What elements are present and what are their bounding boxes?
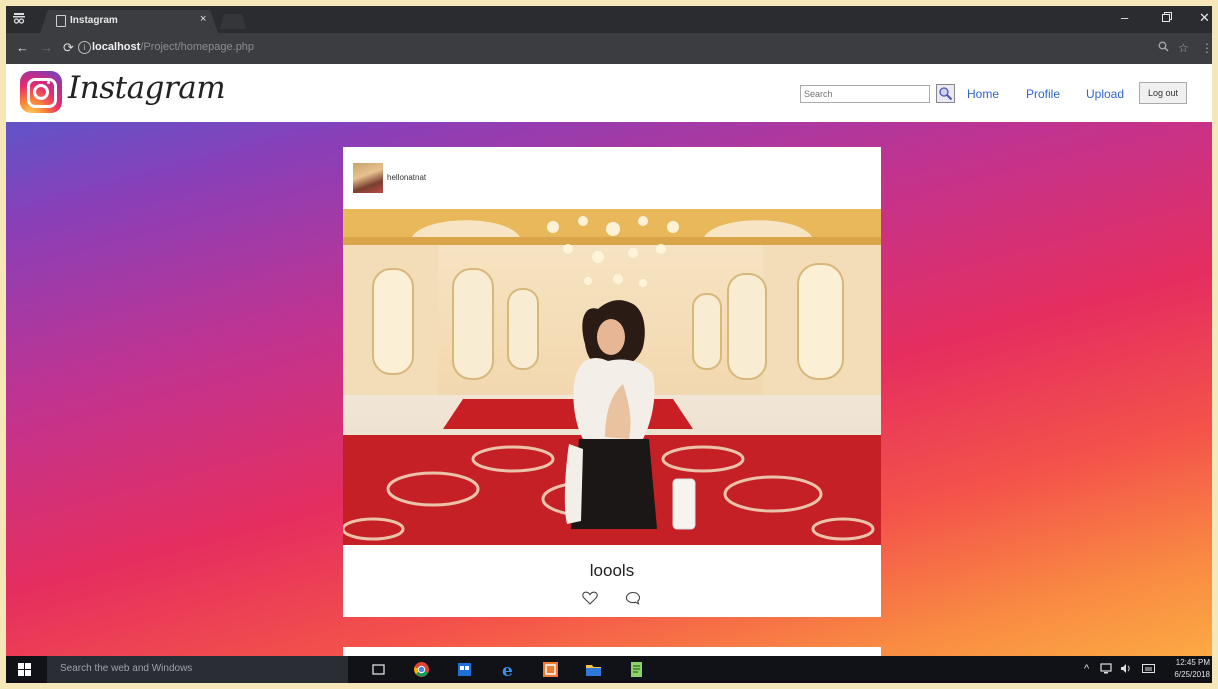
taskbar-clock[interactable]: 12:45 PM 6/25/2018 <box>1170 657 1210 681</box>
search-icon <box>939 87 953 101</box>
task-view-icon[interactable] <box>370 661 387 678</box>
clock-date: 6/25/2018 <box>1174 670 1210 679</box>
tray-overflow-icon[interactable]: ^ <box>1084 663 1089 675</box>
store-icon[interactable] <box>456 661 473 678</box>
reload-icon[interactable]: ⟳ <box>63 40 74 56</box>
incognito-icon[interactable] <box>12 11 26 25</box>
tab-title: Instagram <box>70 15 118 26</box>
forward-icon[interactable]: → <box>40 40 53 55</box>
chrome-icon[interactable] <box>413 661 430 678</box>
new-tab-button[interactable] <box>220 14 246 29</box>
site-logo-text[interactable]: Instagram <box>68 70 226 106</box>
comment-icon[interactable] <box>625 591 641 605</box>
post-caption: loools <box>589 561 635 580</box>
post-username[interactable]: hellonatnat <box>387 173 426 182</box>
site-header: Instagram Home Profile Upload Log out <box>6 64 1212 122</box>
logout-button[interactable]: Log out <box>1139 82 1187 104</box>
nav-upload-link[interactable]: Upload <box>1086 87 1124 101</box>
restore-icon[interactable] <box>1162 10 1172 25</box>
post-card: hellonatnat loools <box>343 147 881 617</box>
windows-start-icon[interactable] <box>18 663 31 676</box>
web-page: Instagram Home Profile Upload Log out he… <box>6 64 1212 656</box>
browser-tab-bar: Instagram × – ✕ <box>6 6 1212 33</box>
keyboard-icon[interactable] <box>1142 663 1155 677</box>
tab-close-icon[interactable]: × <box>200 13 206 25</box>
clock-time: 12:45 PM <box>1175 658 1210 667</box>
url-path: /Project/homepage.php <box>140 41 255 53</box>
minimize-icon[interactable]: – <box>1121 10 1128 25</box>
svg-text:e: e <box>502 661 513 678</box>
instagram-logo-icon[interactable] <box>20 71 62 113</box>
info-icon[interactable]: i <box>78 41 91 54</box>
chrome-menu-icon[interactable]: ⋮ <box>1201 41 1212 55</box>
app-icon-orange[interactable] <box>542 661 559 678</box>
zoom-icon[interactable] <box>1158 41 1169 55</box>
close-window-icon[interactable]: ✕ <box>1199 10 1210 26</box>
screen: Instagram × – ✕ ← → ⟳ i localhost/Projec… <box>6 6 1212 683</box>
page-icon <box>56 15 66 27</box>
nav-profile-link[interactable]: Profile <box>1026 87 1060 101</box>
taskbar-search-box[interactable]: Search the web and Windows <box>47 656 348 683</box>
notepad-icon[interactable] <box>628 661 645 678</box>
network-icon[interactable] <box>1100 663 1112 677</box>
post-photo[interactable] <box>343 209 881 545</box>
file-explorer-icon[interactable] <box>585 661 602 678</box>
edge-icon[interactable]: e <box>500 661 517 678</box>
post-card-next <box>343 647 881 656</box>
back-icon[interactable]: ← <box>16 40 29 55</box>
url-field[interactable]: localhost/Project/homepage.php <box>92 41 254 53</box>
post-header: hellonatnat <box>343 147 881 207</box>
search-button[interactable] <box>936 84 955 103</box>
bookmark-star-icon[interactable]: ☆ <box>1178 41 1189 55</box>
taskbar: Search the web and Windows e ^ 12:45 PM … <box>6 656 1212 683</box>
heart-icon[interactable] <box>582 591 598 605</box>
nav-home-link[interactable]: Home <box>967 87 999 101</box>
search-input[interactable] <box>800 85 930 103</box>
volume-icon[interactable] <box>1120 663 1132 677</box>
taskbar-search-placeholder: Search the web and Windows <box>60 663 193 674</box>
avatar[interactable] <box>353 163 383 193</box>
browser-tab[interactable]: Instagram × <box>40 10 218 33</box>
address-bar: ← → ⟳ i localhost/Project/homepage.php ☆… <box>6 33 1212 64</box>
url-host: localhost <box>92 41 141 53</box>
